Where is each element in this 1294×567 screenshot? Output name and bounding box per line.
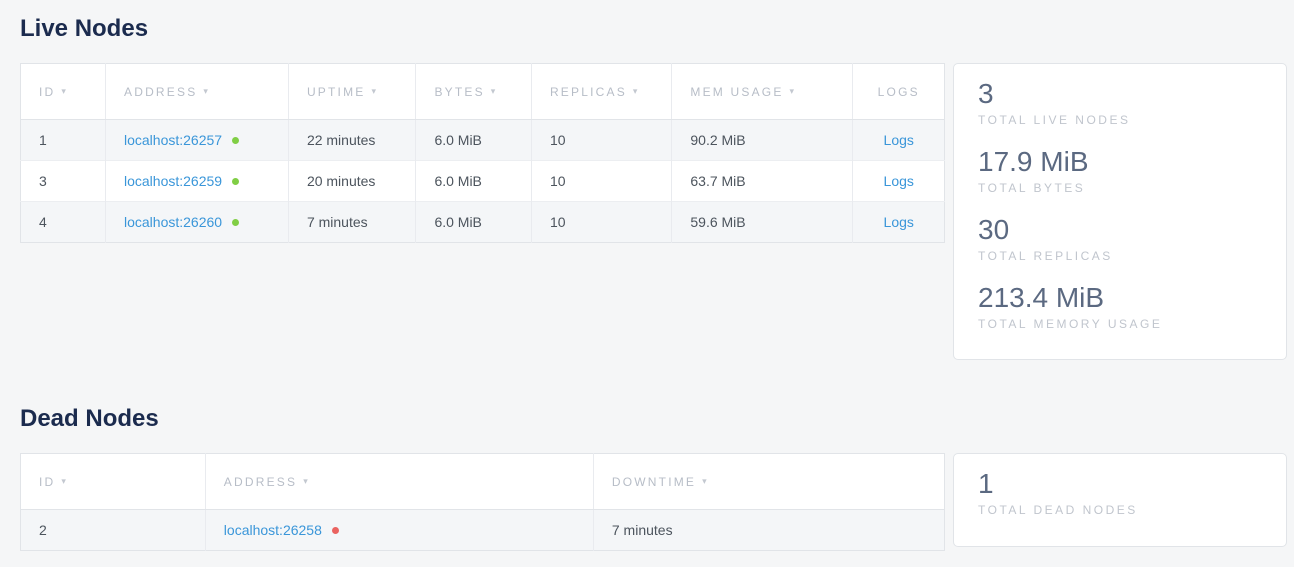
- summary-stat: 213.4 MiB TOTAL MEMORY USAGE: [978, 281, 1262, 332]
- column-header-label: UPTIME: [307, 85, 366, 99]
- node-address-link[interactable]: localhost:26260: [124, 214, 222, 230]
- cell-bytes: 6.0 MiB: [416, 202, 532, 243]
- cell-logs: Logs: [853, 120, 945, 161]
- column-header-id[interactable]: ID ▾: [21, 454, 206, 510]
- column-header-label: ID: [39, 85, 55, 99]
- column-header-label: LOGS: [878, 85, 920, 99]
- dead-nodes-title: Dead Nodes: [20, 360, 1294, 434]
- summary-stat: 30 TOTAL REPLICAS: [978, 213, 1262, 264]
- column-header-mem_usage[interactable]: MEM USAGE ▾: [672, 64, 853, 120]
- column-header-address[interactable]: ADDRESS ▾: [205, 454, 593, 510]
- column-header-downtime[interactable]: DOWNTIME ▾: [593, 454, 944, 510]
- cell-logs: Logs: [853, 161, 945, 202]
- cell-id: 1: [21, 120, 106, 161]
- dead-nodes-table-wrap: ID ▾ ADDRESS ▾ DOWNTIME ▾ 2 localhost:26258 7 mi…: [20, 453, 945, 551]
- column-header-address[interactable]: ADDRESS ▾: [106, 64, 289, 120]
- cell-bytes: 6.0 MiB: [416, 120, 532, 161]
- column-header-replicas[interactable]: REPLICAS ▾: [531, 64, 671, 120]
- cell-uptime: 7 minutes: [288, 202, 416, 243]
- cell-uptime: 20 minutes: [288, 161, 416, 202]
- cell-id: 2: [21, 510, 206, 551]
- cluster-nodes-page: Live Nodes ID▾ADDRESS▾UPTIME▾BYTES▾REPLI…: [0, 0, 1294, 567]
- dead-nodes-table: ID ▾ ADDRESS ▾ DOWNTIME ▾ 2 localhost:26258 7 mi…: [20, 453, 945, 551]
- live-nodes-section: Live Nodes ID▾ADDRESS▾UPTIME▾BYTES▾REPLI…: [0, 0, 1294, 360]
- summary-stat: 1 TOTAL DEAD NODES: [978, 467, 1262, 518]
- logs-link[interactable]: Logs: [884, 173, 914, 189]
- cell-address: localhost:26259: [106, 161, 289, 202]
- logs-link[interactable]: Logs: [884, 214, 914, 230]
- sort-arrow-icon: ▾: [491, 86, 498, 96]
- column-header-label: MEM USAGE: [690, 85, 783, 99]
- cell-bytes: 6.0 MiB: [416, 161, 532, 202]
- summary-stat-label: TOTAL LIVE NODES: [978, 113, 1262, 128]
- live-nodes-table-wrap: ID▾ADDRESS▾UPTIME▾BYTES▾REPLICAS▾MEM USA…: [20, 63, 945, 243]
- cell-id: 4: [21, 202, 106, 243]
- live-nodes-title: Live Nodes: [20, 0, 1294, 44]
- status-live-dot-icon: [232, 137, 239, 144]
- cell-id: 3: [21, 161, 106, 202]
- dead-nodes-summary-card: 1 TOTAL DEAD NODES: [953, 453, 1287, 547]
- node-address-link[interactable]: localhost:26259: [124, 173, 222, 189]
- sort-arrow-icon: ▾: [790, 86, 797, 96]
- column-header-label: ADDRESS: [124, 85, 197, 99]
- cell-replicas: 10: [531, 202, 671, 243]
- table-header-row: ID▾ADDRESS▾UPTIME▾BYTES▾REPLICAS▾MEM USA…: [21, 64, 945, 120]
- live-nodes-summary-card: 3 TOTAL LIVE NODES 17.9 MiB TOTAL BYTES 30 TO…: [953, 63, 1287, 360]
- summary-stat-value: 3: [978, 77, 1262, 111]
- live-nodes-body: ID▾ADDRESS▾UPTIME▾BYTES▾REPLICAS▾MEM USA…: [20, 63, 1287, 360]
- cell-logs: Logs: [853, 202, 945, 243]
- column-header-label: ID: [39, 475, 55, 489]
- table-header-row: ID ▾ ADDRESS ▾ DOWNTIME ▾: [21, 454, 945, 510]
- dead-nodes-body: ID ▾ ADDRESS ▾ DOWNTIME ▾ 2 localhost:26258 7 mi…: [20, 453, 1287, 551]
- sort-arrow-icon: ▾: [61, 476, 68, 486]
- table-row: 1 localhost:26257 22 minutes6.0 MiB1090.2 …: [21, 120, 945, 161]
- sort-arrow-icon: ▾: [371, 86, 378, 96]
- column-header-label: DOWNTIME: [612, 475, 696, 489]
- cell-mem_usage: 90.2 MiB: [672, 120, 853, 161]
- bottom-spacer: [0, 551, 1294, 567]
- cell-mem_usage: 59.6 MiB: [672, 202, 853, 243]
- cell-downtime: 7 minutes: [593, 510, 944, 551]
- dead-nodes-section: Dead Nodes ID ▾ ADDRESS ▾ DOWNTIME ▾ 2 localhos…: [0, 360, 1294, 551]
- sort-arrow-icon: ▾: [633, 86, 640, 96]
- summary-stat-label: TOTAL MEMORY USAGE: [978, 317, 1262, 332]
- live-nodes-table: ID▾ADDRESS▾UPTIME▾BYTES▾REPLICAS▾MEM USA…: [20, 63, 945, 243]
- column-header-uptime[interactable]: UPTIME ▾: [288, 64, 416, 120]
- summary-stat: 3 TOTAL LIVE NODES: [978, 77, 1262, 128]
- sort-arrow-icon: ▾: [702, 476, 709, 486]
- summary-stat-value: 213.4 MiB: [978, 281, 1262, 315]
- summary-stat: 17.9 MiB TOTAL BYTES: [978, 145, 1262, 196]
- logs-link[interactable]: Logs: [884, 132, 914, 148]
- table-row: 2 localhost:26258 7 minutes: [21, 510, 945, 551]
- cell-replicas: 10: [531, 161, 671, 202]
- table-row: 3 localhost:26259 20 minutes6.0 MiB1063.7 …: [21, 161, 945, 202]
- sort-arrow-icon: ▾: [61, 86, 68, 96]
- summary-stat-value: 1: [978, 467, 1262, 501]
- column-header-bytes[interactable]: BYTES ▾: [416, 64, 532, 120]
- cell-address: localhost:26260: [106, 202, 289, 243]
- status-live-dot-icon: [232, 178, 239, 185]
- cell-mem_usage: 63.7 MiB: [672, 161, 853, 202]
- column-header-label: ADDRESS: [224, 475, 297, 489]
- status-live-dot-icon: [232, 219, 239, 226]
- sort-arrow-icon: ▾: [303, 476, 310, 486]
- node-address-link[interactable]: localhost:26257: [124, 132, 222, 148]
- summary-stat-label: TOTAL DEAD NODES: [978, 503, 1262, 518]
- summary-stat-value: 17.9 MiB: [978, 145, 1262, 179]
- summary-stat-label: TOTAL REPLICAS: [978, 249, 1262, 264]
- cell-uptime: 22 minutes: [288, 120, 416, 161]
- summary-stat-label: TOTAL BYTES: [978, 181, 1262, 196]
- column-header-label: REPLICAS: [550, 85, 627, 99]
- column-header-label: BYTES: [434, 85, 484, 99]
- node-address-link[interactable]: localhost:26258: [224, 522, 322, 538]
- status-dead-dot-icon: [332, 527, 339, 534]
- summary-stat-value: 30: [978, 213, 1262, 247]
- cell-address: localhost:26257: [106, 120, 289, 161]
- sort-arrow-icon: ▾: [203, 86, 210, 96]
- column-header-id[interactable]: ID ▾: [21, 64, 106, 120]
- table-row: 4 localhost:26260 7 minutes6.0 MiB1059.6 M…: [21, 202, 945, 243]
- column-header-logs: LOGS: [853, 64, 945, 120]
- cell-address: localhost:26258: [205, 510, 593, 551]
- cell-replicas: 10: [531, 120, 671, 161]
